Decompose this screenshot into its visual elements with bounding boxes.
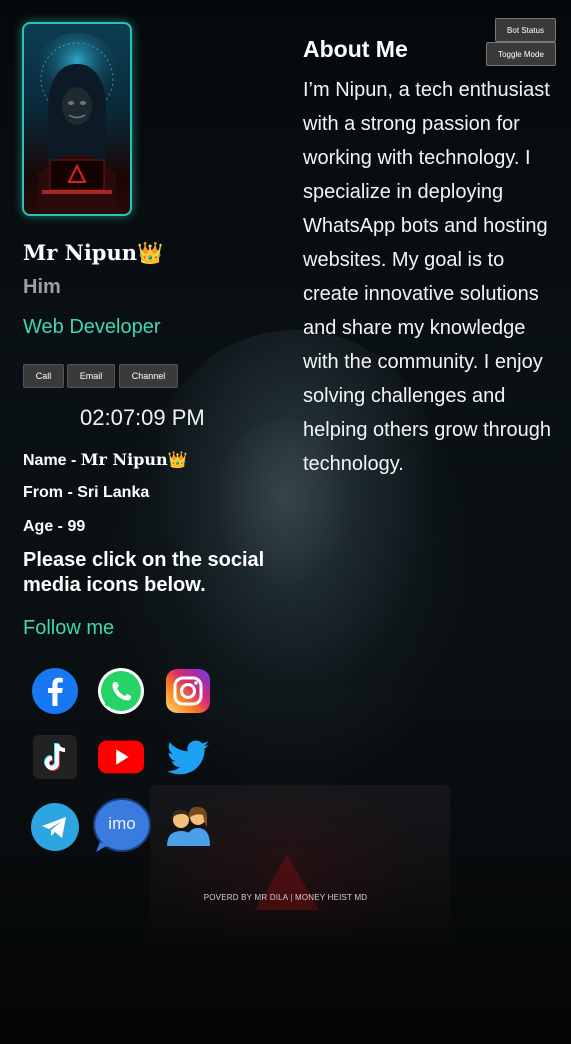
info-age: Age - 99 <box>23 518 86 535</box>
tiktok-icon[interactable] <box>31 733 79 781</box>
facebook-icon[interactable] <box>31 667 79 715</box>
instagram-icon[interactable] <box>164 667 212 715</box>
email-button[interactable]: Email <box>67 364 115 388</box>
twitter-icon[interactable] <box>164 733 212 781</box>
call-button[interactable]: Call <box>23 364 64 388</box>
info-from: From - Sri Lanka <box>23 484 150 501</box>
channel-button[interactable]: Channel <box>119 364 178 388</box>
hacker-avatar-icon <box>31 33 123 214</box>
bot-status-button[interactable]: Bot Status <box>495 18 556 42</box>
whatsapp-icon[interactable] <box>97 667 145 715</box>
crown-icon: 👑 <box>137 240 164 265</box>
telegram-icon[interactable] <box>31 803 79 851</box>
follow-title: Follow me <box>23 617 115 639</box>
youtube-icon[interactable] <box>97 733 145 781</box>
imo-icon[interactable]: imo <box>92 798 152 854</box>
info-name: Name - Mr Nipun👑 <box>23 450 188 470</box>
profile-name-text: Mr Nipun <box>23 240 138 265</box>
social-notice: Please click on the social media icons b… <box>23 549 265 596</box>
imo-label: imo <box>108 814 136 833</box>
profile-role: Web Developer <box>23 316 161 338</box>
info-name-value: Mr Nipun <box>80 450 168 469</box>
people-icon[interactable] <box>162 802 216 850</box>
profile-name: Mr Nipun👑 <box>23 240 163 266</box>
toggle-mode-button[interactable]: Toggle Mode <box>486 42 556 66</box>
profile-pronoun: Him <box>23 276 61 298</box>
footer-credit: POVERD BY MR DILA | MONEY HEIST MD <box>203 893 368 902</box>
crown-icon: 👑 <box>167 452 188 469</box>
about-title: About Me <box>303 36 408 62</box>
digital-clock: 02:07:09 PM <box>80 405 205 430</box>
profile-avatar <box>22 22 132 216</box>
about-text: I’m Nipun, a tech enthusiast with a stro… <box>303 79 551 475</box>
info-name-label: Name - <box>23 452 81 469</box>
